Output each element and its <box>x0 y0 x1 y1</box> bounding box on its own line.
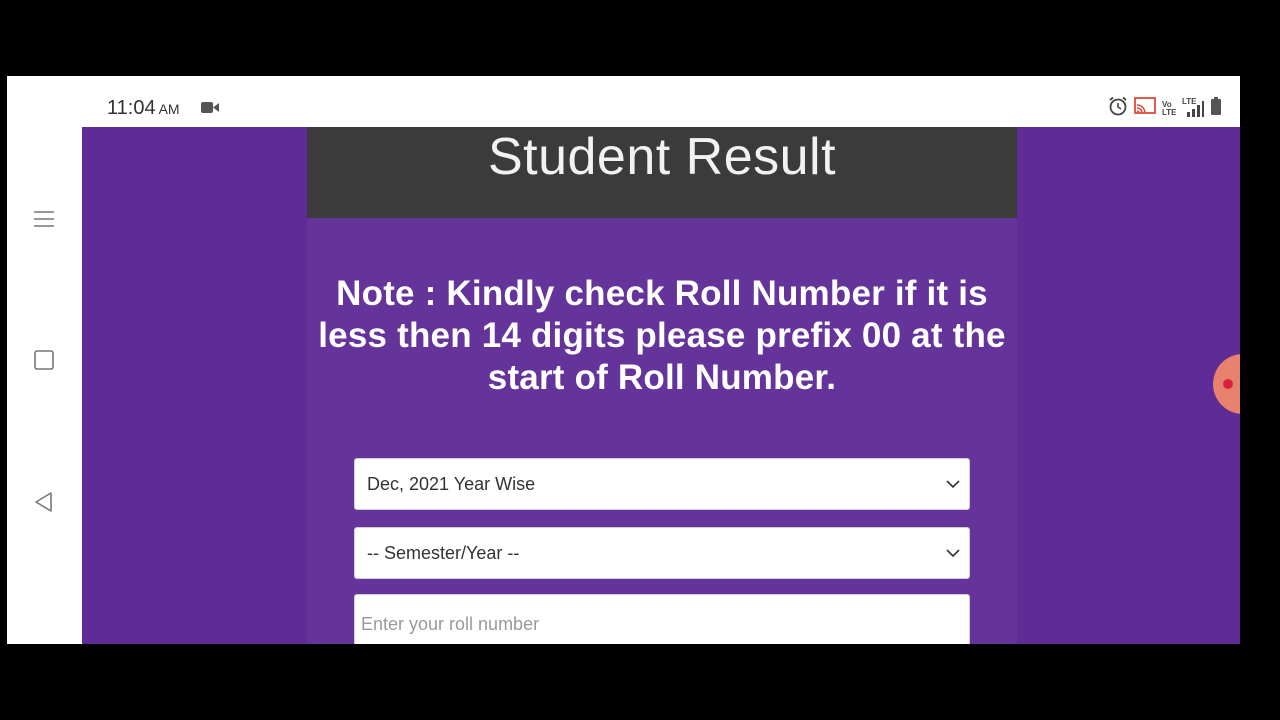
chevron-down-icon <box>945 545 961 566</box>
back-icon[interactable] <box>27 485 61 519</box>
android-nav-bar <box>7 76 82 644</box>
floating-record-button[interactable] <box>1212 353 1240 415</box>
web-page: Student Result Note : Kindly check Roll … <box>82 127 1240 644</box>
chevron-down-icon <box>945 476 961 497</box>
roll-number-placeholder: Enter your roll number <box>361 613 540 634</box>
video-record-icon <box>201 101 219 119</box>
alarm-icon <box>1108 96 1128 121</box>
time-value: 11:04 <box>107 97 156 119</box>
roll-number-input[interactable]: Enter your roll number <box>354 594 970 644</box>
status-time: 11:04 AM <box>107 97 180 120</box>
result-form-card: Student Result Note : Kindly check Roll … <box>307 127 1017 644</box>
recents-icon[interactable] <box>27 343 61 377</box>
semester-value: -- Semester/Year -- <box>367 542 520 563</box>
cast-icon <box>1134 97 1156 120</box>
status-bar: 11:04 AM Vo LTE LTE <box>82 76 1240 128</box>
roll-number-note: Note : Kindly check Roll Number if it is… <box>318 274 1006 397</box>
menu-icon[interactable] <box>27 202 61 236</box>
volte-icon: Vo LTE <box>1162 99 1177 117</box>
title-bar: Student Result <box>307 127 1017 218</box>
exam-session-value: Dec, 2021 Year Wise <box>367 473 536 494</box>
device-screen: 11:04 AM Vo LTE LTE Student Result Note … <box>82 76 1240 644</box>
system-icons: Vo LTE LTE <box>1108 96 1222 121</box>
phone-frame: 11:04 AM Vo LTE LTE Student Result Note … <box>7 76 1240 644</box>
semester-select[interactable]: -- Semester/Year -- <box>354 527 970 579</box>
page-title: Student Result <box>487 128 837 186</box>
battery-icon <box>1210 97 1222 120</box>
exam-session-select[interactable]: Dec, 2021 Year Wise <box>354 458 970 510</box>
time-ampm: AM <box>158 101 180 117</box>
lte-signal-icon: LTE <box>1182 97 1204 118</box>
